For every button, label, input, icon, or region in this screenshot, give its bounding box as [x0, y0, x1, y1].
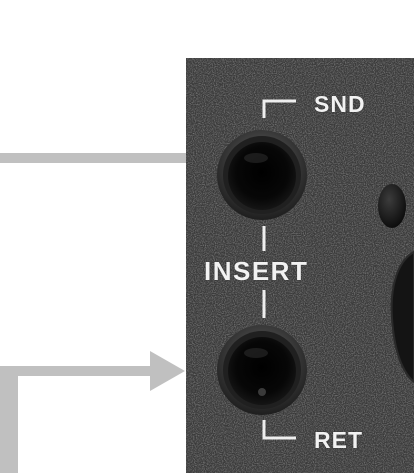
return-jack-icon[interactable]	[217, 325, 307, 415]
photo-canvas	[0, 58, 414, 473]
snd-label: SND	[314, 91, 366, 117]
insert-jack-photo: SND INSERT RET	[0, 0, 414, 473]
insert-label: INSERT	[204, 256, 309, 286]
ret-label: RET	[314, 427, 363, 453]
return-arrow-icon	[0, 351, 185, 473]
send-jack-icon[interactable]	[217, 130, 307, 220]
send-line	[0, 153, 186, 163]
adjacent-knob-icon	[378, 184, 406, 228]
